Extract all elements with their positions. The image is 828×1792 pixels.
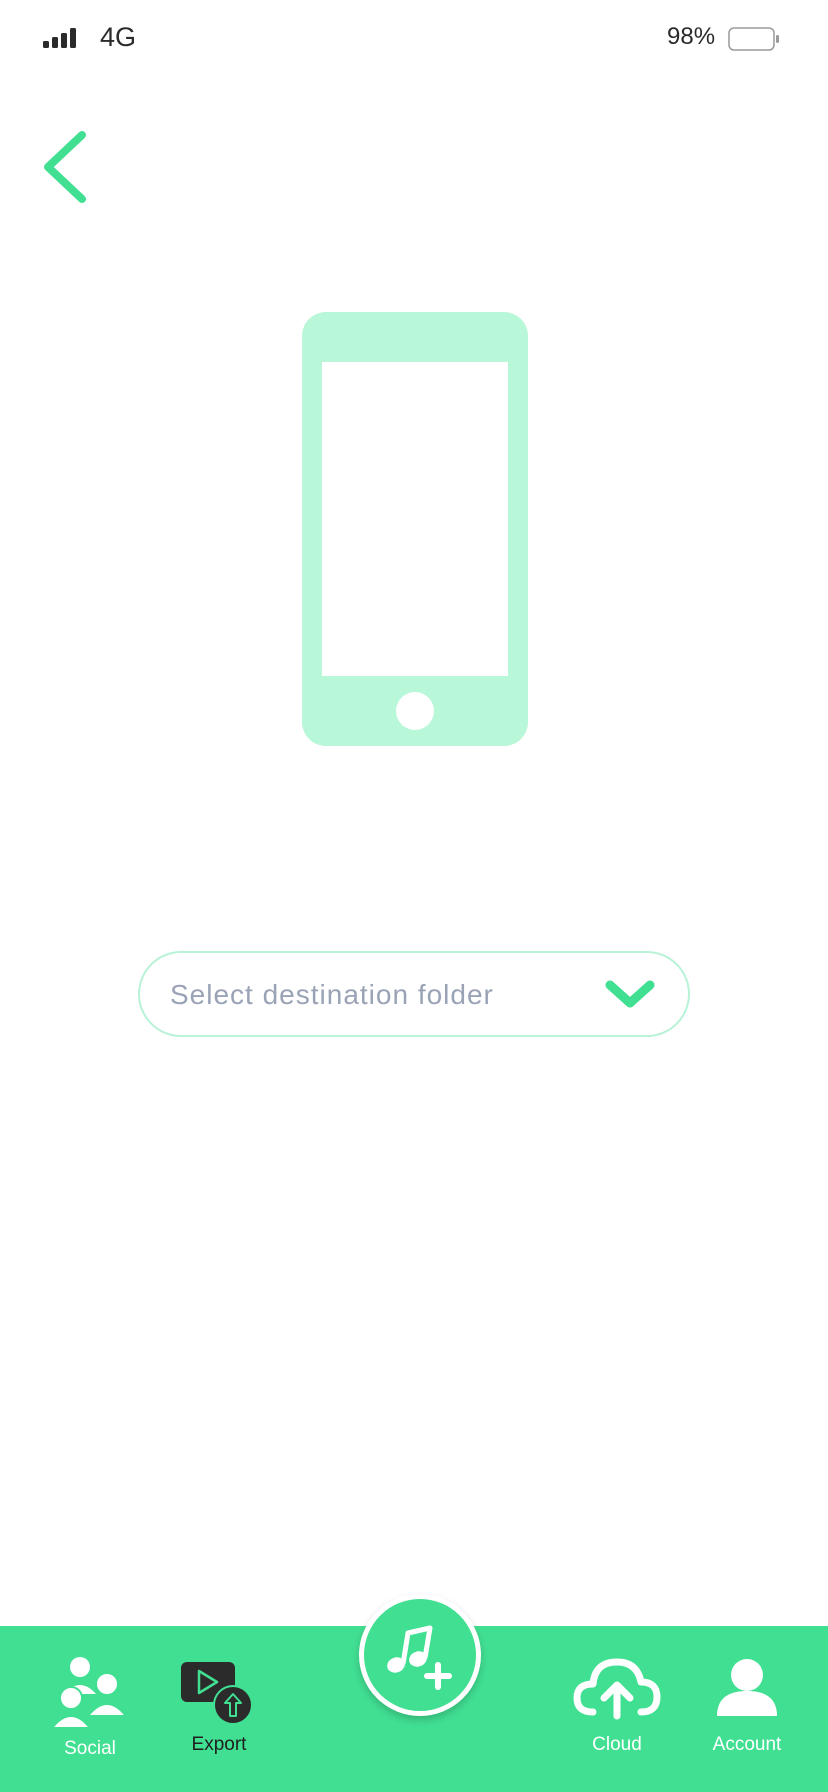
folder-select-placeholder: Select destination folder	[170, 979, 494, 1010]
people-icon	[52, 1657, 128, 1728]
smartphone-icon	[302, 312, 528, 746]
screen: 4G 98% Select destination folder Social …	[0, 0, 828, 1792]
nav-item-cloud[interactable]: Cloud	[560, 1626, 674, 1792]
nav-label-export: Export	[191, 1734, 247, 1755]
nav-item-account[interactable]: Account	[694, 1626, 800, 1792]
add-music-button[interactable]	[359, 1594, 481, 1716]
back-button[interactable]	[38, 125, 98, 209]
battery-icon	[728, 27, 779, 51]
battery-percentage: 98%	[667, 23, 716, 50]
export-video-icon	[181, 1662, 253, 1725]
nav-label-social: Social	[64, 1738, 116, 1759]
network-type: 4G	[100, 22, 137, 52]
add-music-icon	[387, 1625, 452, 1690]
nav-item-social[interactable]: Social	[40, 1626, 140, 1792]
chevron-left-icon	[44, 131, 86, 203]
nav-item-export[interactable]: Export	[160, 1626, 278, 1792]
cloud-upload-icon	[573, 1658, 661, 1720]
chevron-down-icon	[605, 980, 655, 1008]
nav-label-account: Account	[712, 1734, 782, 1755]
cellular-signal-icon	[43, 28, 76, 48]
destination-folder-select[interactable]: Select destination folder	[138, 951, 690, 1037]
status-bar: 4G 98%	[0, 0, 828, 80]
user-icon	[717, 1659, 777, 1716]
nav-label-cloud: Cloud	[592, 1734, 642, 1755]
